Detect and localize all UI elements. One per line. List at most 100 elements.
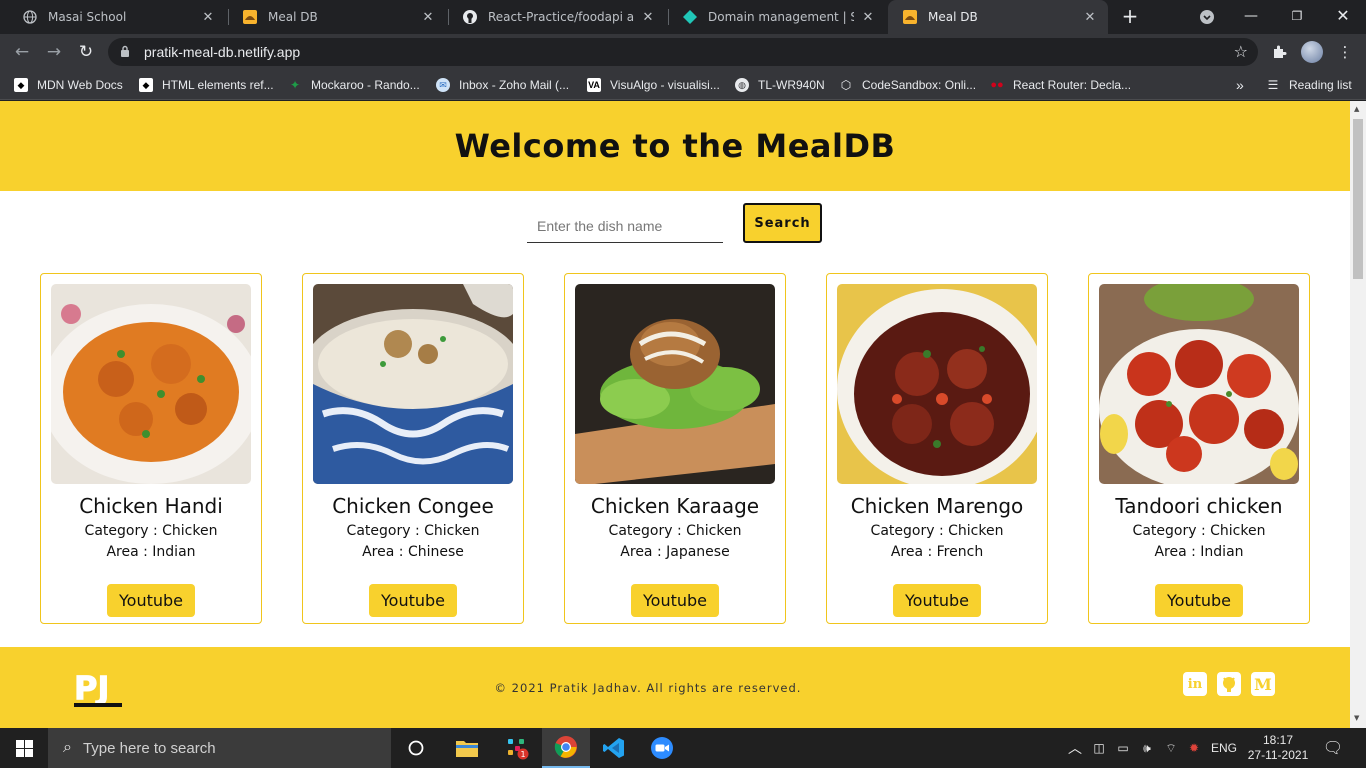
tab-search-icon[interactable] — [1184, 0, 1230, 34]
mdn-icon: ◆ — [14, 78, 28, 92]
meal-area: Area : French — [890, 544, 984, 560]
tab-meal-db-active[interactable]: Meal DB ✕ — [888, 0, 1108, 34]
close-window-icon[interactable]: ✕ — [1320, 0, 1366, 34]
tab-title: React-Practice/foodapi at ma — [488, 10, 634, 24]
github-icon[interactable] — [1217, 672, 1241, 696]
reading-list-icon: ☰ — [1267, 78, 1279, 92]
meet-now-icon[interactable]: ◫ — [1088, 728, 1110, 768]
restore-icon[interactable]: ❐ — [1274, 0, 1320, 34]
mealdb-icon — [902, 9, 918, 25]
bookmark-codesandbox[interactable]: ⬡ CodeSandbox: Onli... — [839, 76, 976, 94]
reload-icon[interactable]: ↻ — [74, 40, 98, 64]
back-icon[interactable]: ← — [10, 40, 34, 64]
slack-badge: 1 — [520, 750, 525, 759]
bookmark-label: Inbox - Zoho Mail (... — [459, 78, 570, 92]
windows-start-icon[interactable] — [0, 728, 48, 768]
language-indicator[interactable]: ENG — [1208, 728, 1240, 768]
youtube-button[interactable]: Youtube — [631, 584, 719, 617]
bookmark-label: HTML elements ref... — [162, 78, 274, 92]
browser-toolbar: ← → ↻ pratik-meal-db.netlify.app ☆ ⋮ — [0, 34, 1366, 70]
scrollbar-thumb[interactable] — [1353, 119, 1363, 279]
meal-card: Chicken Marengo Category : Chicken Area … — [826, 273, 1048, 624]
zoom-icon[interactable] — [638, 728, 686, 768]
file-explorer-icon[interactable] — [443, 728, 491, 768]
bookmark-mdn[interactable]: ◆ MDN Web Docs — [14, 76, 123, 94]
bookmark-star-icon[interactable]: ☆ — [1234, 42, 1248, 61]
search-button[interactable]: Search — [743, 203, 822, 243]
copyright-text: © 2021 Pratik Jadhav. All rights are res… — [494, 681, 802, 695]
volume-icon[interactable]: 🕪 — [1136, 728, 1158, 768]
close-tab-icon[interactable]: ✕ — [200, 10, 216, 25]
tab-domain-management[interactable]: Domain management | Site s ✕ — [668, 0, 886, 34]
new-tab-button[interactable]: + — [1118, 4, 1142, 28]
antivirus-icon[interactable]: ✹ — [1183, 728, 1205, 768]
bookmark-zoho-mail[interactable]: ✉ Inbox - Zoho Mail (... — [436, 76, 569, 94]
cortana-icon[interactable] — [392, 728, 440, 768]
zoho-mail-icon: ✉ — [436, 78, 450, 92]
forward-icon[interactable]: → — [42, 40, 66, 64]
dish-search-input[interactable] — [527, 209, 723, 243]
profile-avatar[interactable] — [1301, 41, 1323, 63]
extensions-icon[interactable] — [1268, 41, 1290, 63]
vscode-icon[interactable] — [590, 728, 638, 768]
clock-time: 18:17 — [1262, 733, 1294, 747]
reading-list-button[interactable]: ☰ Reading list — [1266, 76, 1352, 94]
bookmark-mockaroo[interactable]: ✦ Mockaroo - Rando... — [288, 76, 420, 94]
meal-name: Chicken Handi — [79, 494, 223, 518]
chrome-icon[interactable] — [542, 728, 590, 768]
meal-image-tandoori-chicken — [1099, 284, 1299, 484]
battery-icon[interactable]: ▭ — [1112, 728, 1134, 768]
clock-date: 27-11-2021 — [1247, 748, 1309, 762]
bookmark-tl-wr940n[interactable]: ◍ TL-WR940N — [735, 76, 825, 94]
clock[interactable]: 18:17 27-11-2021 — [1244, 728, 1312, 768]
bookmarks-overflow-button[interactable]: » — [1236, 76, 1244, 94]
page-scrollbar[interactable]: ▲ ▼ — [1350, 101, 1366, 728]
notifications-icon[interactable]: 🗨 — [1318, 728, 1348, 768]
slack-icon[interactable]: 1 — [493, 728, 541, 768]
meal-category: Category : Chicken — [1132, 523, 1266, 539]
taskbar-search-box[interactable]: ⌕ Type here to search — [48, 728, 391, 768]
meal-category: Category : Chicken — [84, 523, 218, 539]
page-title: Welcome to the MealDB — [454, 127, 896, 165]
globe-icon — [22, 9, 38, 25]
youtube-button[interactable]: Youtube — [1155, 584, 1243, 617]
address-bar[interactable]: pratik-meal-db.netlify.app ☆ — [108, 38, 1258, 66]
bookmark-html-elements[interactable]: ◆ HTML elements ref... — [139, 76, 274, 94]
bookmark-visualgo[interactable]: VA VisuAlgo - visualisi... — [587, 76, 720, 94]
meal-area: Area : Indian — [1154, 544, 1244, 560]
scroll-up-arrow-icon[interactable]: ▲ — [1354, 105, 1359, 113]
tab-title: Masai School — [48, 10, 127, 24]
linkedin-icon[interactable]: in — [1183, 672, 1207, 696]
tray-chevron-up-icon[interactable]: ︿ — [1064, 728, 1086, 768]
menu-kebab-icon[interactable]: ⋮ — [1334, 41, 1356, 63]
tab-github-react-practice[interactable]: React-Practice/foodapi at ma ✕ — [448, 0, 666, 34]
youtube-button[interactable]: Youtube — [107, 584, 195, 617]
page-viewport: Welcome to the MealDB Search Chicken Han… — [0, 101, 1350, 728]
react-router-icon: ●● — [990, 79, 1004, 91]
meal-area: Area : Chinese — [362, 544, 464, 560]
medium-icon[interactable]: M — [1251, 672, 1275, 696]
wifi-icon[interactable]: ⌔ — [1160, 728, 1182, 768]
meal-card: Tandoori chicken Category : Chicken Area… — [1088, 273, 1310, 624]
youtube-button[interactable]: Youtube — [369, 584, 457, 617]
bookmark-label: React Router: Decla... — [1013, 78, 1132, 92]
close-tab-icon[interactable]: ✕ — [860, 10, 876, 25]
tab-title: Meal DB — [928, 10, 978, 24]
tab-masai-school[interactable]: Masai School ✕ — [8, 0, 226, 34]
close-tab-icon[interactable]: ✕ — [640, 10, 656, 25]
tab-meal-db[interactable]: Meal DB ✕ — [228, 0, 446, 34]
minimize-icon[interactable]: — — [1228, 0, 1274, 34]
bookmark-react-router[interactable]: ●● React Router: Decla... — [990, 76, 1131, 94]
lock-icon — [120, 45, 134, 60]
site-footer: PJ © 2021 Pratik Jadhav. All rights are … — [0, 647, 1350, 728]
meal-area: Area : Japanese — [620, 544, 730, 560]
meal-name: Chicken Karaage — [590, 494, 760, 518]
youtube-button[interactable]: Youtube — [893, 584, 981, 617]
close-tab-icon[interactable]: ✕ — [420, 10, 436, 25]
meal-image-chicken-congee — [313, 284, 513, 484]
taskbar-search-placeholder: Type here to search — [82, 739, 216, 757]
meal-card: Chicken Karaage Category : Chicken Area … — [564, 273, 786, 624]
scroll-down-arrow-icon[interactable]: ▼ — [1354, 714, 1359, 722]
mdn-icon: ◆ — [139, 78, 153, 92]
close-tab-icon[interactable]: ✕ — [1082, 10, 1098, 25]
